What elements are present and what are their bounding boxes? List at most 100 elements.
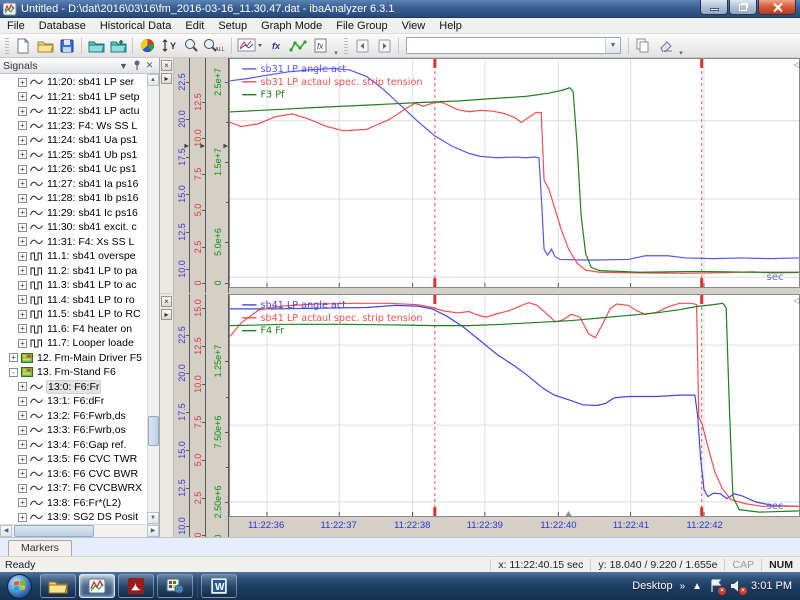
expand-toggle-icon[interactable]: + [18,78,27,87]
zoom-button[interactable] [180,36,202,56]
close-button[interactable] [758,0,796,15]
expand-toggle-icon[interactable]: + [18,382,27,391]
pane-collapse-icon[interactable]: ◁ [794,60,800,69]
tree-horizontal-scrollbar[interactable]: ◀ ▶ [0,524,159,537]
tree-item[interactable]: +11.6: F4 heater on [0,322,159,337]
plot-area[interactable]: sb31 LP angle actsb31 LP actaul spec. st… [229,58,800,293]
expand-toggle-icon[interactable]: + [18,121,27,130]
expand-toggle-icon[interactable]: + [18,411,27,420]
minimize-button[interactable] [700,0,728,15]
taskbar-iba-tool-button[interactable] [157,574,193,598]
toolbar-grip[interactable] [5,38,9,54]
expand-toggle-icon[interactable]: + [18,484,27,493]
taskbar-ibaanalyzer-button[interactable] [79,574,115,598]
report-button[interactable]: fx [309,36,331,56]
y-axis-0[interactable]: 22.520.017.515.012.510.0▶ [174,58,190,293]
expand-toggle-icon[interactable]: + [18,513,27,522]
tree-vertical-scrollbar[interactable]: ▲ ▼ [147,74,159,524]
tree-item[interactable]: +12. Fm-Main Driver F5 [0,351,159,366]
tree-item[interactable]: +11.3: sb41 LP to ac [0,278,159,293]
expand-toggle-icon[interactable]: + [9,353,18,362]
tree-item[interactable]: +11:28: sb41 Ib ps16 [0,191,159,206]
y-scale-button[interactable]: Y [158,36,180,56]
tree-hscroll-thumb[interactable] [14,525,94,537]
expand-toggle-icon[interactable]: - [9,368,18,377]
volume-muted-icon[interactable]: × [730,579,744,593]
expand-toggle-icon[interactable]: + [18,440,27,449]
expand-toggle-icon[interactable]: + [18,223,27,232]
tree-item[interactable]: +13:5: F6 CVC TWR [0,452,159,467]
tree-item[interactable]: +13:8: F6:Fr*(L2) [0,496,159,511]
start-button[interactable] [4,573,34,599]
tree-item[interactable]: +11:26: sb41 Uc ps1 [0,162,159,177]
menu-view[interactable]: View [395,19,433,33]
menu-database[interactable]: Database [32,19,93,33]
expand-toggle-icon[interactable]: + [18,426,27,435]
y-axis-1[interactable]: 15.012.510.07.55.02.50 [190,294,206,537]
desktop-toolbar[interactable]: Desktop [632,580,672,592]
taskbar-clock[interactable]: 3:01 PM [751,580,792,592]
append-data-file-button[interactable] [107,36,129,56]
expand-toggle-icon[interactable]: + [18,324,27,333]
tree-item[interactable]: +13:2: F6:Fwrb,ds [0,409,159,424]
pane-collapse-icon[interactable]: ◁ [794,296,800,305]
expand-toggle-icon[interactable]: + [18,397,27,406]
nav-forward-button[interactable] [373,36,395,56]
combobox-dropdown-arrow[interactable]: ▼ [605,38,620,53]
desktop-overflow-icon[interactable]: » [680,581,686,592]
tree-item[interactable]: +11.1: sb41 overspe [0,249,159,264]
zoom-all-button[interactable]: ALL [202,36,228,56]
tree-item[interactable]: +13:7: F6 CVCBWRX [0,481,159,496]
tree-item[interactable]: +11:23: F4: Ws SS L [0,119,159,134]
strip-close-icon[interactable]: × [161,60,172,71]
new-file-button[interactable] [12,36,34,56]
signal-colors-button[interactable] [136,36,158,56]
taskbar-explorer-button[interactable] [40,574,76,598]
expand-toggle-icon[interactable]: + [18,92,27,101]
expand-toggle-icon[interactable]: + [18,339,27,348]
menu-historical-data[interactable]: Historical Data [93,19,179,33]
expand-toggle-icon[interactable]: + [18,208,27,217]
panel-pin-icon[interactable] [130,60,143,72]
taskbar-adobe-reader-button[interactable] [118,574,154,598]
tree-item[interactable]: +13:6: F6 CVC BWR [0,467,159,482]
tree-item[interactable]: +13:1: F6:dFr [0,394,159,409]
expand-toggle-icon[interactable]: + [18,266,27,275]
y-axes[interactable]: 22.520.017.515.012.510.0▶12.510.07.55.02… [174,58,229,293]
expand-toggle-icon[interactable]: + [18,179,27,188]
tree-item[interactable]: -13. Fm-Stand F6 [0,365,159,380]
strip-close-icon[interactable]: × [161,296,172,307]
menu-graph-mode[interactable]: Graph Mode [254,19,329,33]
copy-button[interactable] [632,36,654,56]
strip-expand-icon[interactable]: ▸ [161,309,172,320]
save-button[interactable] [56,36,78,56]
expand-toggle-icon[interactable]: + [18,498,27,507]
scroll-down-icon[interactable]: ▼ [147,512,159,524]
toolbar-grip2[interactable] [344,38,348,54]
y-axis-2[interactable]: 2.5e+71.5e+75.0e+60▶ [206,58,229,293]
expand-toggle-icon[interactable]: + [18,136,27,145]
graph-mode-button[interactable] [235,36,265,56]
tree-item[interactable]: +11.7: Looper loade [0,336,159,351]
restore-button[interactable] [729,0,757,15]
menu-edit[interactable]: Edit [178,19,211,33]
tree-item[interactable]: +13:4: F6:Gap ref. [0,438,159,453]
strip-expand-icon[interactable]: ▸ [161,73,172,84]
expand-toggle-icon[interactable]: + [18,150,27,159]
tree-item[interactable]: +13:9: SG2 DS Posit [0,510,159,524]
expand-toggle-icon[interactable]: + [18,252,27,261]
tree-item[interactable]: +11:31: F4: Xs SS L [0,235,159,250]
plot-area[interactable]: sb41 LP angle actsb41 LP actaul spec. st… [229,294,800,537]
scroll-right-icon[interactable]: ▶ [147,525,159,537]
tree-item[interactable]: +11:27: sb41 Ia ps16 [0,177,159,192]
y-axes[interactable]: 22.520.017.515.012.510.015.012.510.07.55… [174,294,229,537]
scroll-left-icon[interactable]: ◀ [0,525,12,537]
scroll-up-icon[interactable]: ▲ [147,74,159,86]
expand-toggle-icon[interactable]: + [18,165,27,174]
expand-toggle-icon[interactable]: + [18,310,27,319]
toolbar-overflow-button2[interactable]: ▾ [676,36,686,56]
open-data-file-button[interactable] [85,36,107,56]
tree-vscroll-thumb[interactable] [148,416,159,446]
expand-toggle-icon[interactable]: + [18,237,27,246]
y-axis-1[interactable]: 12.510.07.55.02.50▶ [190,58,206,293]
